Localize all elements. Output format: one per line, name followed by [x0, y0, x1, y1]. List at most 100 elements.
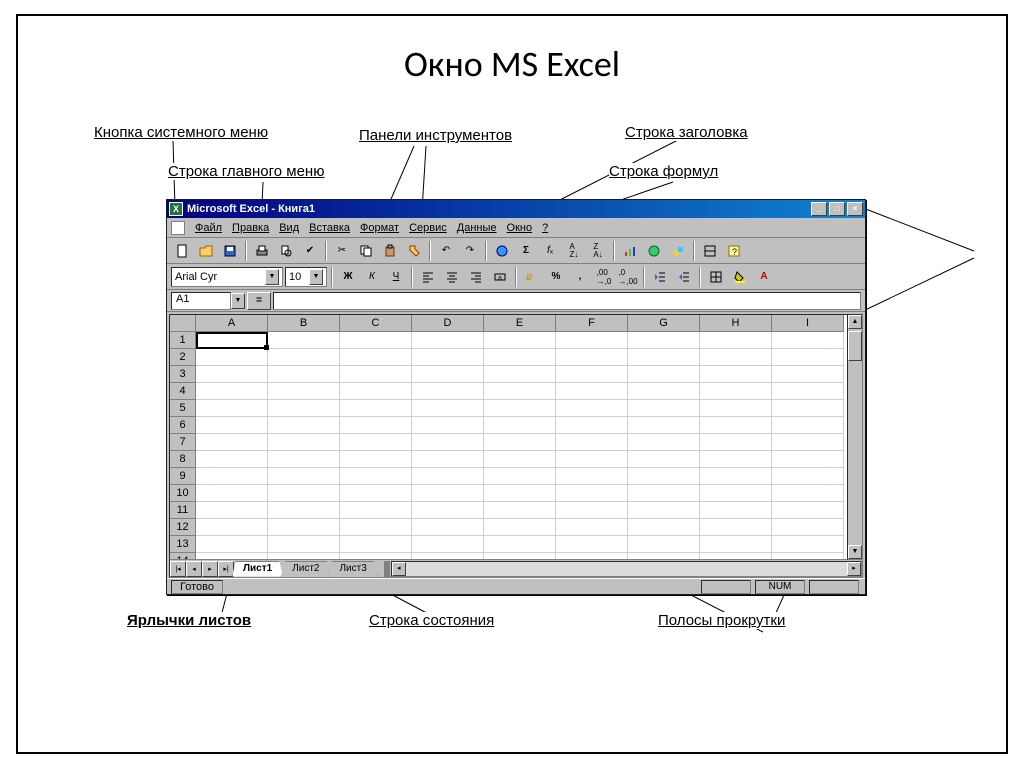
cell[interactable] [556, 451, 628, 468]
copy-icon[interactable] [355, 240, 377, 261]
autosum-icon[interactable]: Σ [515, 240, 537, 261]
cell[interactable] [340, 502, 412, 519]
cell[interactable] [268, 485, 340, 502]
cell[interactable] [484, 502, 556, 519]
open-icon[interactable] [195, 240, 217, 261]
cell[interactable] [484, 383, 556, 400]
cell[interactable] [268, 519, 340, 536]
cell[interactable] [772, 553, 844, 560]
align-center-icon[interactable] [441, 266, 463, 287]
cell[interactable] [700, 434, 772, 451]
column-header[interactable]: I [772, 315, 844, 332]
zoom-icon[interactable] [699, 240, 721, 261]
tab-next-icon[interactable]: ▸ [202, 561, 218, 577]
menu-file[interactable]: Файл [191, 221, 226, 235]
cell[interactable] [268, 366, 340, 383]
column-header[interactable]: F [556, 315, 628, 332]
column-header[interactable]: G [628, 315, 700, 332]
preview-icon[interactable] [275, 240, 297, 261]
row-header[interactable]: 1 [170, 332, 196, 349]
select-all-corner[interactable] [170, 315, 196, 332]
row-header[interactable]: 11 [170, 502, 196, 519]
tab-splitter[interactable] [384, 561, 390, 577]
cell[interactable] [340, 383, 412, 400]
scroll-left-icon[interactable]: ◂ [392, 562, 406, 576]
cell[interactable] [772, 417, 844, 434]
cell[interactable] [556, 400, 628, 417]
cell[interactable] [412, 536, 484, 553]
app-icon[interactable]: X [169, 202, 183, 216]
cell[interactable] [268, 349, 340, 366]
cell[interactable] [556, 468, 628, 485]
font-combo[interactable]: Arial Cyr ▼ [171, 267, 283, 287]
cell[interactable] [484, 553, 556, 560]
undo-icon[interactable]: ↶ [435, 240, 457, 261]
worksheet-area[interactable]: ABCDEFGHI1234567891011121314 [169, 314, 863, 560]
menu-help[interactable]: ? [538, 221, 552, 235]
cell[interactable] [628, 451, 700, 468]
cell[interactable] [700, 332, 772, 349]
cell[interactable] [268, 332, 340, 349]
decrease-decimal-icon[interactable]: ,0→,00 [617, 266, 639, 287]
cell[interactable] [412, 332, 484, 349]
cell[interactable] [772, 451, 844, 468]
sort-asc-icon[interactable]: AZ↓ [563, 240, 585, 261]
menu-view[interactable]: Вид [275, 221, 303, 235]
row-header[interactable]: 7 [170, 434, 196, 451]
cell[interactable] [484, 485, 556, 502]
cell[interactable] [340, 400, 412, 417]
decrease-indent-icon[interactable] [649, 266, 671, 287]
cell[interactable] [340, 366, 412, 383]
save-icon[interactable] [219, 240, 241, 261]
sheet-tab-1[interactable]: Лист1 [232, 561, 283, 577]
cell[interactable] [268, 417, 340, 434]
dropdown-icon[interactable]: ▼ [309, 269, 323, 285]
cell[interactable] [340, 553, 412, 560]
cell[interactable] [196, 502, 268, 519]
cell[interactable] [268, 536, 340, 553]
cell[interactable] [268, 502, 340, 519]
cell[interactable] [412, 417, 484, 434]
print-icon[interactable] [251, 240, 273, 261]
cell[interactable] [628, 553, 700, 560]
cell[interactable] [196, 417, 268, 434]
cell[interactable] [628, 332, 700, 349]
cell[interactable] [484, 434, 556, 451]
maximize-button[interactable]: □ [829, 202, 845, 216]
cell[interactable] [772, 400, 844, 417]
cell[interactable] [628, 349, 700, 366]
spellcheck-icon[interactable]: ✔ [299, 240, 321, 261]
cell[interactable] [772, 502, 844, 519]
cell[interactable] [340, 468, 412, 485]
row-header[interactable]: 12 [170, 519, 196, 536]
horizontal-scrollbar[interactable]: ◂ ▸ [391, 561, 862, 577]
menu-format[interactable]: Формат [356, 221, 403, 235]
dropdown-icon[interactable]: ▼ [231, 293, 245, 309]
cell[interactable] [700, 349, 772, 366]
redo-icon[interactable]: ↷ [459, 240, 481, 261]
cell[interactable] [484, 417, 556, 434]
cell[interactable] [268, 434, 340, 451]
cell[interactable] [340, 332, 412, 349]
cell[interactable] [268, 553, 340, 560]
menu-edit[interactable]: Правка [228, 221, 273, 235]
cell[interactable] [484, 519, 556, 536]
scroll-down-icon[interactable]: ▼ [848, 545, 862, 559]
row-header[interactable]: 5 [170, 400, 196, 417]
row-header[interactable]: 8 [170, 451, 196, 468]
cell[interactable] [268, 468, 340, 485]
cell[interactable] [340, 349, 412, 366]
increase-decimal-icon[interactable]: ,00→,0 [593, 266, 615, 287]
cell[interactable] [556, 519, 628, 536]
tab-last-icon[interactable]: ▸| [218, 561, 234, 577]
cell[interactable] [700, 383, 772, 400]
cell[interactable] [340, 451, 412, 468]
sheet-tab-2[interactable]: Лист2 [281, 561, 330, 577]
cell[interactable] [340, 417, 412, 434]
row-header[interactable]: 10 [170, 485, 196, 502]
scroll-thumb[interactable] [848, 331, 862, 361]
cell[interactable] [556, 485, 628, 502]
menu-insert[interactable]: Вставка [305, 221, 354, 235]
menu-data[interactable]: Данные [453, 221, 501, 235]
cell[interactable] [412, 502, 484, 519]
